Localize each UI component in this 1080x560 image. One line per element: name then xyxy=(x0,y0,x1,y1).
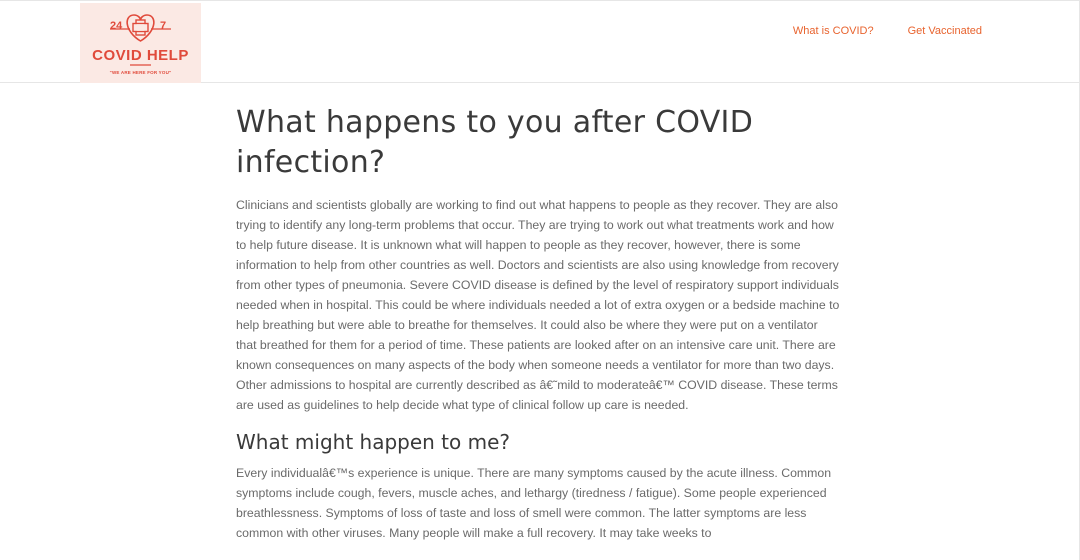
main-nav: What is COVID? Get Vaccinated xyxy=(793,25,982,37)
site-logo[interactable]: 24 7 COVID HELP "WE ARE HERE FOR YOU" xyxy=(80,3,201,83)
logo-hours-text: 24 xyxy=(110,20,123,32)
nav-link-what-is-covid[interactable]: What is COVID? xyxy=(793,25,874,37)
nav-link-get-vaccinated[interactable]: Get Vaccinated xyxy=(908,25,982,37)
article-paragraph: Clinicians and scientists globally are w… xyxy=(236,198,840,412)
article-content: What happens to you after COVID infectio… xyxy=(236,103,840,543)
section-heading: What might happen to me? xyxy=(236,430,511,454)
article-paragraph: Every individualâ€™s experience is uniqu… xyxy=(236,466,832,540)
site-header: 24 7 COVID HELP "WE ARE HERE FOR YOU" Wh… xyxy=(0,0,1080,83)
logo-title: COVID HELP xyxy=(92,47,189,64)
logo-days-text: 7 xyxy=(160,20,167,32)
page-title: What happens to you after COVID infectio… xyxy=(236,105,754,180)
logo-tagline: "WE ARE HERE FOR YOU" xyxy=(109,70,172,75)
